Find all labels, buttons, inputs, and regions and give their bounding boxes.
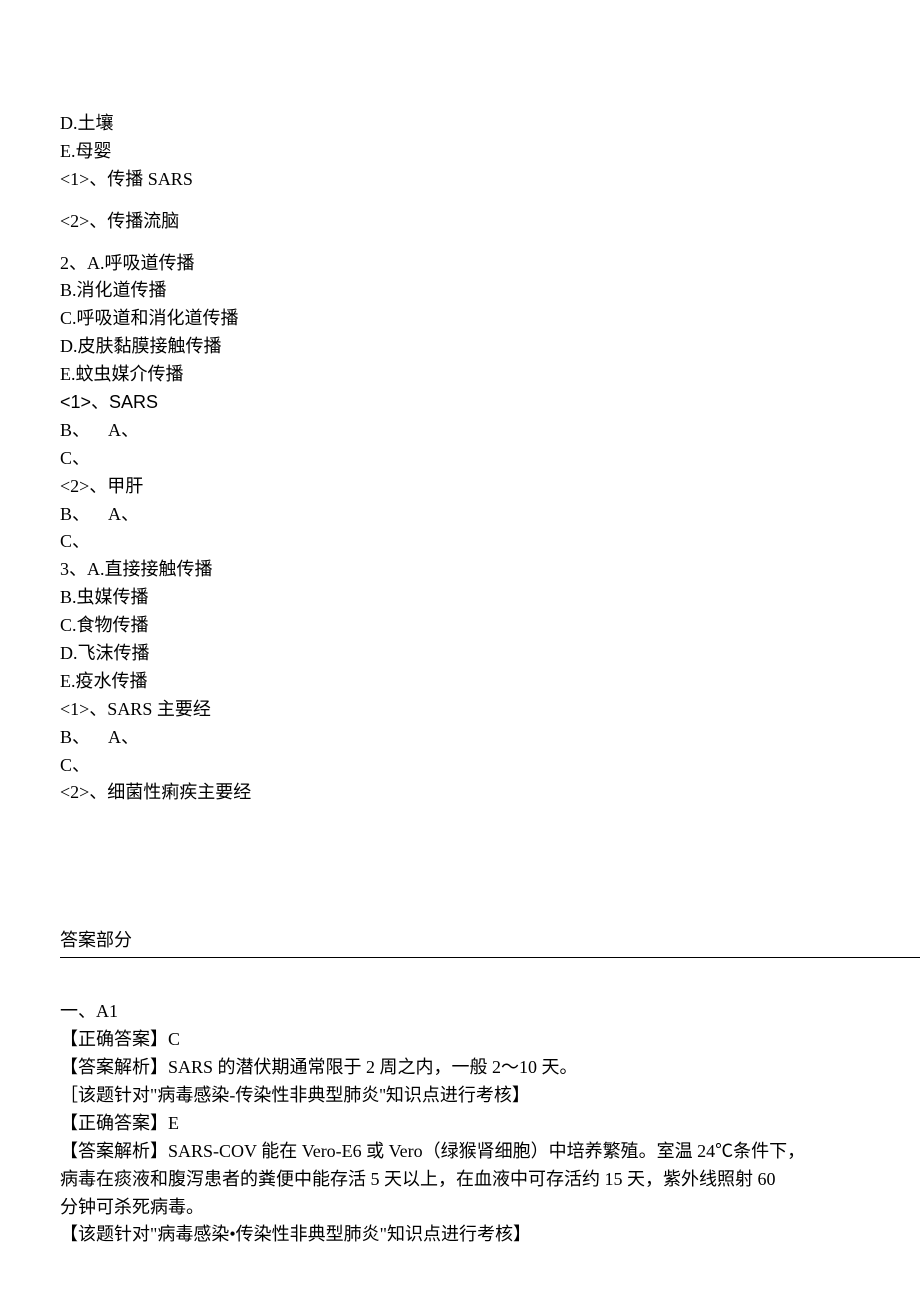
a2-correct: 【正确答案】E	[60, 1110, 920, 1138]
q2-sub1: <1>、SARS	[60, 389, 920, 417]
q2-option-b: B.消化道传播	[60, 277, 920, 305]
spacer	[60, 194, 920, 208]
q2-sub2: <2>、甲肝	[60, 473, 920, 501]
spacer	[60, 958, 920, 998]
a2-explain-2: 病毒在痰液和腹泻患者的粪便中能存活 5 天以上，在血液中可存活约 15 天，紫外…	[60, 1166, 920, 1194]
answers-header: 答案部分	[60, 927, 132, 955]
q1-option-d: D.土壤	[60, 110, 920, 138]
answers-header-wrap: 答案部分	[60, 927, 920, 958]
q2-option-d: D.皮肤黏膜接触传播	[60, 333, 920, 361]
a2-explain-1: 【答案解析】SARS-COV 能在 Vero-E6 或 Vero（绿猴肾细胞）中…	[60, 1138, 920, 1166]
q1-sub1: <1>、传播 SARS	[60, 166, 920, 194]
q2-sub1-row2: C、	[60, 445, 920, 473]
a1-correct: 【正确答案】C	[60, 1026, 920, 1054]
q2-sub2-row2: C、	[60, 528, 920, 556]
answers-section-label: 一、A1	[60, 998, 920, 1026]
a1-note: ［该题针对"病毒感染-传染性非典型肺炎''知识点进行考核】	[60, 1082, 920, 1110]
q3-option-c: C.食物传播	[60, 612, 920, 640]
q3-sub1-row1: B、 A、	[60, 724, 920, 752]
q2-option-e: E.蚊虫媒介传播	[60, 361, 920, 389]
q2-option-c: C.呼吸道和消化道传播	[60, 305, 920, 333]
q1-option-e: E.母婴	[60, 138, 920, 166]
q2-sub1-row1: B、 A、	[60, 417, 920, 445]
a2-explain-3: 分钟可杀死病毒。	[60, 1194, 920, 1222]
a2-note: 【该题针对"病毒感染•传染性非典型肺炎"知识点进行考核】	[60, 1221, 920, 1249]
q3-option-b: B.虫媒传播	[60, 584, 920, 612]
q3-option-d: D.飞沫传播	[60, 640, 920, 668]
spacer	[60, 807, 920, 927]
q3-stem: 3、A.直接接触传播	[60, 556, 920, 584]
q2-sub2-row1: B、 A、	[60, 501, 920, 529]
q1-sub2: <2>、传播流脑	[60, 208, 920, 236]
q3-sub2: <2>、细菌性痢疾主要经	[60, 779, 920, 807]
a1-explain: 【答案解析】SARS 的潜伏期通常限于 2 周之内，一般 2～10 天。	[60, 1054, 920, 1082]
q3-sub1: <1>、SARS 主要经	[60, 696, 920, 724]
q3-sub1-row2: C、	[60, 752, 920, 780]
spacer	[60, 236, 920, 250]
q2-stem: 2、A.呼吸道传播	[60, 250, 920, 278]
q3-option-e: E.疫水传播	[60, 668, 920, 696]
